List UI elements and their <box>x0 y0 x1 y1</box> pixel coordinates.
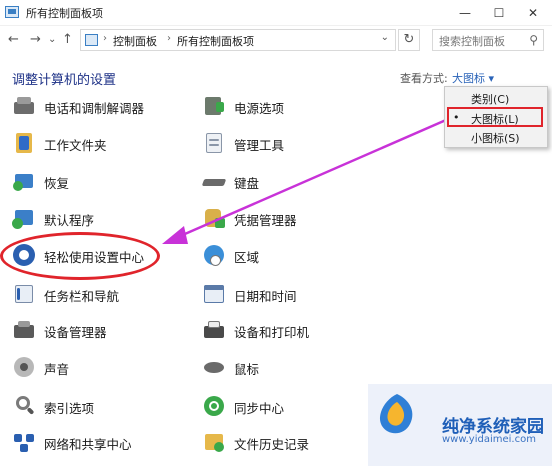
window-title: 所有控制面板项 <box>26 7 103 20</box>
watermark-logo <box>379 394 413 434</box>
breadcrumb-all-items[interactable]: 所有控制面板项 <box>177 33 254 49</box>
item-label: 文件历史记录 <box>234 437 310 452</box>
item-label: 设备和打印机 <box>234 325 310 340</box>
close-button[interactable]: ✕ <box>516 0 550 26</box>
keyboard-icon <box>201 169 227 193</box>
datetime-icon <box>202 282 226 306</box>
recovery-icon <box>12 169 36 193</box>
indexing-icon <box>12 394 36 418</box>
page-title: 调整计算机的设置 <box>12 73 117 88</box>
printer-icon <box>202 318 226 342</box>
item-label: 电源选项 <box>234 101 285 116</box>
default-programs-icon <box>12 206 36 230</box>
item-label: 凭据管理器 <box>234 213 297 228</box>
search-placeholder[interactable]: 搜索控制面板 <box>439 33 505 49</box>
admin-tools-icon <box>202 131 226 155</box>
work-folders-icon <box>12 131 36 155</box>
item-label: 键盘 <box>234 176 260 191</box>
item-label: 默认程序 <box>44 213 95 228</box>
up-button[interactable]: ↑ <box>62 32 73 48</box>
title-bar: 所有控制面板项 — ☐ ✕ <box>0 0 552 26</box>
item-label: 区域 <box>234 250 260 265</box>
maximize-button[interactable]: ☐ <box>482 0 516 26</box>
item-label: 同步中心 <box>234 401 285 416</box>
forward-button[interactable]: → <box>30 32 41 48</box>
breadcrumb-separator: › <box>167 33 171 44</box>
refresh-button[interactable]: ↻ <box>398 29 420 51</box>
recent-locations-button[interactable]: ⌄ <box>48 32 56 48</box>
phone-modem-icon <box>12 94 36 118</box>
item-label: 鼠标 <box>234 362 260 377</box>
device-manager-icon <box>12 318 36 342</box>
power-icon <box>202 94 226 118</box>
network-icon <box>12 430 36 454</box>
view-by-label: 查看方式: <box>400 72 448 85</box>
region-icon <box>202 243 226 267</box>
annotation-circle <box>0 232 160 280</box>
search-icon[interactable]: ⚲ <box>529 33 538 47</box>
item-label: 日期和时间 <box>234 289 297 304</box>
sync-icon <box>202 394 226 418</box>
item-label: 管理工具 <box>234 138 285 153</box>
item-label: 工作文件夹 <box>44 138 107 153</box>
back-button[interactable]: ← <box>8 32 19 48</box>
item-label: 任务栏和导航 <box>44 289 120 304</box>
item-label: 索引选项 <box>44 401 95 416</box>
view-mode-dropdown-menu: 类别(C) • 大图标(L) 小图标(S) <box>444 86 548 148</box>
address-control-panel-icon <box>85 34 98 46</box>
credential-icon <box>202 206 226 230</box>
view-by-dropdown[interactable]: 大图标 ▾ <box>452 70 494 86</box>
item-label: 网络和共享中心 <box>44 437 132 452</box>
address-dropdown-icon[interactable]: ⌄ <box>381 32 389 43</box>
menu-item-small-icons[interactable]: 小图标(S) <box>445 128 547 147</box>
item-label: 恢复 <box>44 176 70 191</box>
sound-icon <box>12 355 36 379</box>
search-box[interactable]: 搜索控制面板 ⚲ <box>432 29 544 51</box>
item-label: 声音 <box>44 362 70 377</box>
item-label: 电话和调制解调器 <box>44 101 145 116</box>
mouse-icon <box>202 355 226 379</box>
navigation-bar: ← → ⌄ ↑ › 控制面板 › 所有控制面板项 ⌄ ↻ 搜索控制面板 ⚲ <box>0 26 552 54</box>
breadcrumb-control-panel[interactable]: 控制面板 <box>113 33 157 49</box>
watermark: 纯净系统家园 www.yidaimei.com <box>368 384 552 466</box>
address-bar[interactable]: › 控制面板 › 所有控制面板项 ⌄ <box>80 29 396 51</box>
item-label: 设备管理器 <box>44 325 107 340</box>
taskbar-icon <box>12 282 36 306</box>
file-history-icon <box>202 430 226 454</box>
annotation-highlight-box <box>447 107 543 127</box>
menu-item-category[interactable]: 类别(C) <box>445 89 547 108</box>
control-panel-icon <box>5 6 19 18</box>
breadcrumb-separator: › <box>103 33 107 44</box>
watermark-url: www.yidaimei.com <box>442 434 536 445</box>
minimize-button[interactable]: — <box>448 0 482 26</box>
